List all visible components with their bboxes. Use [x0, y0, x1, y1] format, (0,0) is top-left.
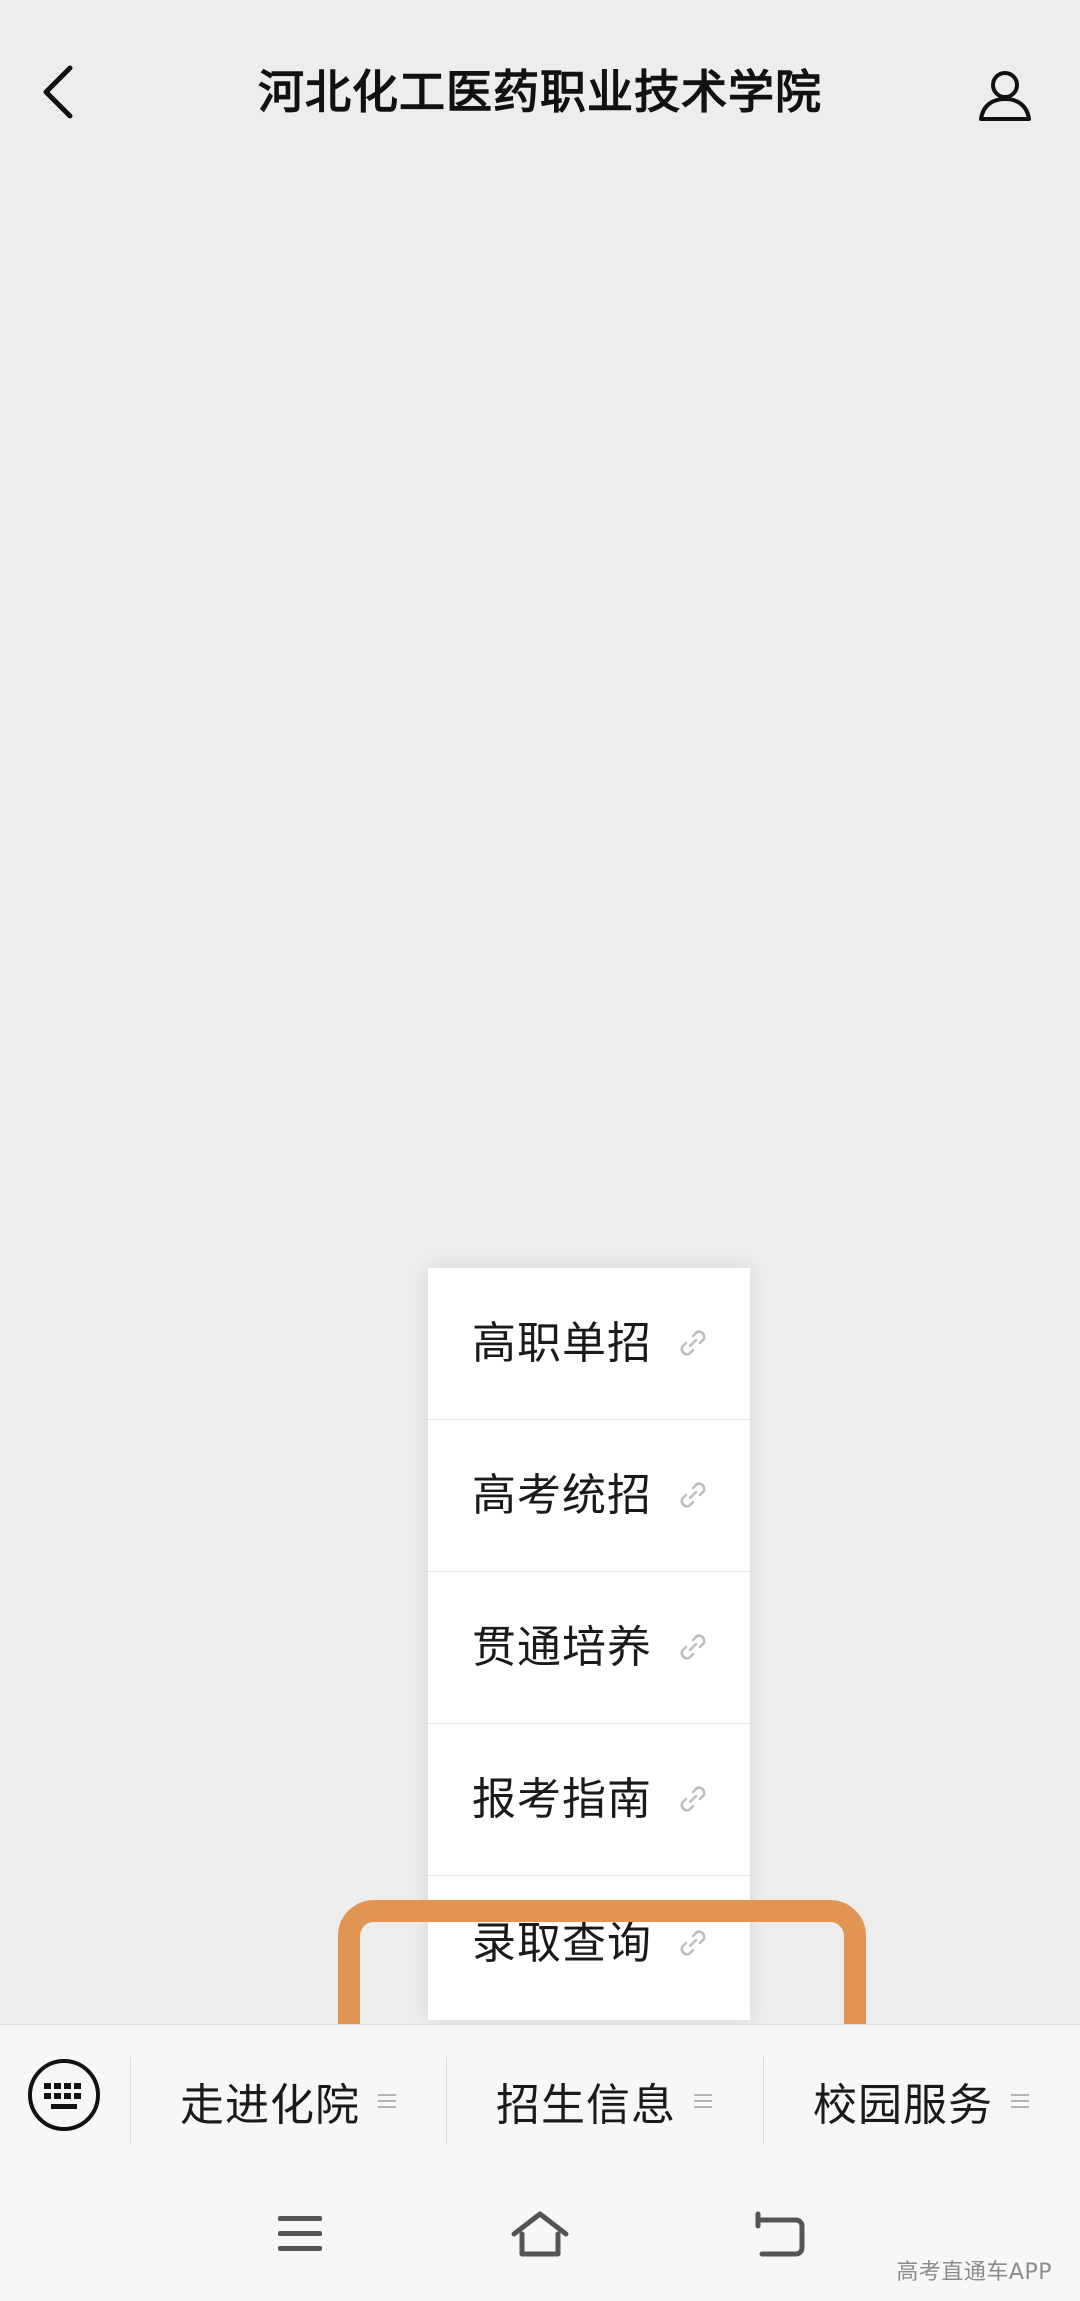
menu-icon [278, 2216, 322, 2251]
profile-button[interactable] [970, 60, 1040, 130]
menu-tab-label: 校园服务 [813, 2080, 993, 2131]
nav-back-button[interactable] [748, 2202, 812, 2266]
top-bar: 河北化工医药职业技术学院 [0, 0, 1080, 160]
menu-lines-icon [1011, 2094, 1029, 2108]
menu-tab-zhaosheng-xinxi[interactable]: 招生信息 [446, 2025, 762, 2177]
submenu-item-guantong-peiyang[interactable]: 贯通培养 [428, 1572, 750, 1724]
submenu-item-gaokao-tongzhao[interactable]: 高考统招 [428, 1420, 750, 1572]
menu-tab-xiaoyuan-fuwu[interactable]: 校园服务 [763, 2025, 1079, 2177]
link-icon [680, 1634, 706, 1660]
nav-menu-button[interactable] [268, 2202, 332, 2266]
home-icon [511, 2211, 569, 2257]
back-button[interactable] [30, 56, 86, 128]
submenu-item-baokao-zhinan[interactable]: 报考指南 [428, 1724, 750, 1876]
menu-tab-label: 走进化院 [180, 2080, 360, 2131]
menu-lines-icon [694, 2094, 712, 2108]
watermark: 高考直通车APP [896, 2260, 1052, 2285]
menu-tab-label: 招生信息 [496, 2080, 676, 2131]
keyboard-icon [28, 2059, 100, 2131]
nav-home-button[interactable] [508, 2202, 572, 2266]
chevron-left-icon [43, 65, 73, 119]
submenu-item-label: 高考统招 [472, 1470, 652, 1521]
official-account-menu-bar: 走进化院 招生信息 校园服务 [0, 2024, 1080, 2176]
link-icon [680, 1786, 706, 1812]
menu-tab-zoujin-huayuan[interactable]: 走进化院 [130, 2025, 446, 2177]
submenu-item-label: 贯通培养 [472, 1622, 652, 1673]
submenu-item-label: 报考指南 [472, 1774, 652, 1825]
link-icon [680, 1330, 706, 1356]
page-title: 河北化工医药职业技术学院 [258, 65, 822, 119]
submenu-item-gaozhi-danzhao[interactable]: 高职单招 [428, 1268, 750, 1420]
menu-lines-icon [378, 2094, 396, 2108]
back-icon [755, 2211, 805, 2257]
keyboard-toggle-button[interactable] [26, 2057, 102, 2133]
link-icon [680, 1482, 706, 1508]
submenu-item-label: 高职单招 [472, 1318, 652, 1369]
user-profile-icon [979, 71, 1031, 121]
system-navigation-bar: 高考直通车APP [0, 2176, 1080, 2301]
